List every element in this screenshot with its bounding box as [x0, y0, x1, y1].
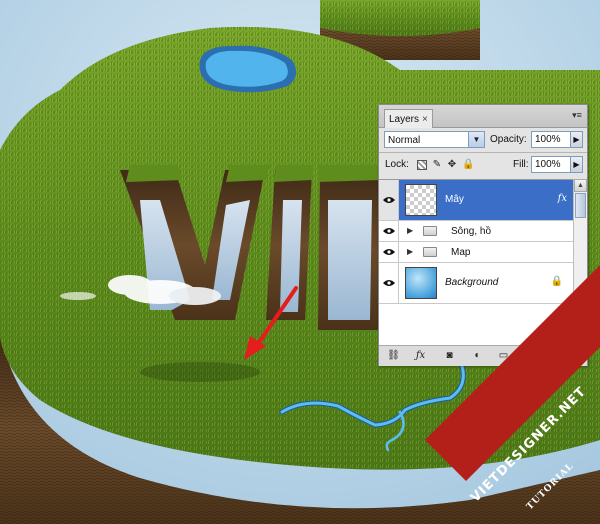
lock-all-icon[interactable]: 🔒	[462, 160, 474, 170]
panel-bottom-toolbar: ⛓ ƒx ◙ ◐ ▭ ❐ 🗑	[379, 345, 587, 366]
close-icon[interactable]: ×	[422, 114, 428, 125]
delete-layer-icon[interactable]: 🗑	[551, 349, 564, 362]
blend-mode-value: Normal	[388, 135, 421, 146]
new-layer-icon[interactable]: ❐	[524, 349, 537, 362]
adjustment-layer-icon[interactable]: ◐	[471, 349, 484, 362]
layers-panel: Layers × ▾≡ Normal ▼ Opacity: 100% ▶ Loc…	[378, 104, 588, 366]
layer-name[interactable]: Background	[445, 277, 498, 288]
divider	[379, 152, 587, 153]
layer-row-song-ho[interactable]: ▶ Sông, hồ	[379, 221, 573, 242]
layer-list-scrollbar[interactable]: ▲ ▼	[573, 179, 587, 344]
add-mask-icon[interactable]: ◙	[443, 349, 456, 362]
panel-menu-icon[interactable]: ▾≡	[570, 108, 584, 122]
link-layers-icon[interactable]: ⛓	[387, 349, 400, 362]
opacity-label: Opacity:	[490, 134, 527, 145]
opacity-input[interactable]: 100%	[531, 131, 571, 148]
chevron-down-icon[interactable]: ▼	[468, 132, 484, 147]
eye-icon[interactable]	[379, 180, 399, 220]
blend-row: Normal ▼ Opacity: 100% ▶	[379, 131, 587, 151]
lock-label: Lock:	[385, 159, 409, 170]
add-layer-style-icon[interactable]: ƒx	[414, 349, 427, 362]
expand-triangle-icon[interactable]: ▶	[407, 226, 413, 235]
lock-position-icon[interactable]: ✥	[447, 160, 457, 170]
opacity-slider-arrow-icon[interactable]: ▶	[570, 131, 583, 148]
layer-name[interactable]: Map	[451, 247, 470, 258]
layer-thumbnail[interactable]	[405, 184, 437, 216]
panel-titlebar: Layers × ▾≡	[379, 105, 587, 128]
lock-transparent-pixels-icon[interactable]	[417, 160, 427, 170]
tab-layers[interactable]: Layers ×	[384, 109, 433, 128]
lock-image-pixels-icon[interactable]: ✎	[432, 160, 442, 170]
eye-icon[interactable]	[379, 221, 399, 241]
fx-icon[interactable]: fx	[558, 193, 567, 204]
scrollbar-thumb[interactable]	[575, 193, 586, 218]
layer-thumbnail[interactable]	[405, 267, 437, 299]
eye-icon[interactable]	[379, 263, 399, 303]
layer-row-map[interactable]: ▶ Map	[379, 242, 573, 263]
fill-label: Fill:	[513, 159, 529, 170]
layer-list: Mây fx ▶ Sông, hồ ▶ Map Background 🔒	[379, 179, 573, 345]
scroll-up-icon[interactable]: ▲	[574, 179, 587, 192]
lock-row: Lock: ✎ ✥ 🔒 Fill: 100% ▶	[379, 156, 587, 176]
layer-row-background[interactable]: Background 🔒	[379, 263, 573, 304]
lock-icon: 🔒	[550, 276, 563, 287]
tab-layers-label: Layers	[389, 113, 420, 125]
expand-triangle-icon[interactable]: ▶	[407, 247, 413, 256]
folder-icon	[423, 247, 437, 257]
fill-slider-arrow-icon[interactable]: ▶	[570, 156, 583, 173]
layer-name[interactable]: Mây	[445, 194, 464, 205]
blend-mode-select[interactable]: Normal ▼	[384, 131, 485, 148]
layer-row-may[interactable]: Mây fx	[379, 180, 573, 221]
folder-icon	[423, 226, 437, 236]
new-group-icon[interactable]: ▭	[497, 349, 510, 362]
scroll-down-icon[interactable]: ▼	[574, 331, 587, 344]
fill-input[interactable]: 100%	[531, 156, 571, 173]
eye-icon[interactable]	[379, 242, 399, 262]
layer-name[interactable]: Sông, hồ	[451, 226, 491, 237]
